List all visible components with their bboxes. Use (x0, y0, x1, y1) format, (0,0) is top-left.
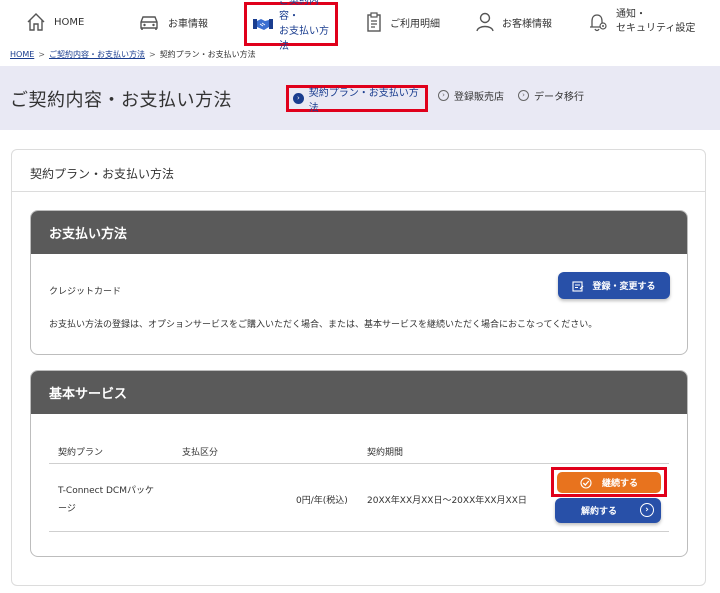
car-icon (140, 16, 158, 30)
payment-method-heading: お支払い方法 (31, 211, 687, 254)
arrow-right-icon: › (640, 503, 654, 517)
nav-customer-label: お客様情報 (502, 18, 552, 30)
chevron-right-icon: › (438, 90, 449, 101)
column-header-plan: 契約プラン (58, 448, 104, 458)
breadcrumb-current: 契約プラン・お支払い方法 (159, 50, 256, 59)
payment-method-panel: お支払い方法 クレジットカード 登録・変更する お支払い方法の登録は、オプション… (30, 210, 688, 355)
cancel-contract-button[interactable]: 解約する › (555, 498, 661, 523)
home-icon (27, 13, 45, 31)
breadcrumb-separator: > (38, 50, 45, 59)
continue-button[interactable]: 継続する (557, 472, 661, 493)
breadcrumb-home[interactable]: HOME (10, 50, 34, 59)
register-change-button[interactable]: 登録・変更する (558, 272, 670, 299)
divider (12, 191, 705, 192)
nav-home[interactable]: HOME (26, 0, 84, 44)
nav-notify-label: 通知・ セキュリティ設定 (616, 9, 696, 34)
person-icon (476, 12, 494, 32)
card-title: 契約プラン・お支払い方法 (30, 167, 175, 181)
column-header-payment-type: 支払区分 (182, 448, 219, 458)
cancel-label: 解約する (580, 507, 617, 517)
chevron-right-icon: › (518, 90, 529, 101)
breadcrumb-separator: > (148, 50, 156, 59)
subnav-dealer[interactable]: › 登録販売店 (438, 88, 504, 103)
table-header-divider (49, 463, 669, 464)
nav-notification-security[interactable]: 通知・ セキュリティ設定 (588, 0, 695, 44)
clipboard-icon (367, 12, 381, 32)
nav-customer-info[interactable]: お客様情報 (476, 0, 552, 44)
subnav-plan-label: 契約プラン・お支払い方法 (308, 87, 419, 114)
edit-card-icon (572, 280, 584, 292)
subnav-dealer-label: 登録販売店 (454, 92, 504, 103)
plan-payment-card: 契約プラン・お支払い方法 お支払い方法 クレジットカード 登録・変更する お支払… (11, 149, 706, 586)
plan-name-cell: T-Connect DCMパッケ ージ (58, 486, 154, 514)
nav-car-info[interactable]: お車情報 (138, 0, 208, 44)
subnav-plan-payment[interactable]: › 契約プラン・お支払い方法 (286, 85, 428, 114)
nav-usage-label: ご利用明細 (390, 18, 440, 30)
nav-home-label: HOME (54, 16, 85, 28)
period-cell: 20XX年XX月XX日～20XX年XX月XX日 (367, 496, 527, 506)
continue-highlight: 継続する (551, 467, 667, 497)
breadcrumb-contract[interactable]: ご契約内容・お支払い方法 (49, 49, 145, 60)
subnav-migrate-label: データ移行 (534, 92, 584, 103)
table-row-divider (49, 531, 669, 532)
nav-contract-label: ご契約内容・ お支払い方法 (279, 0, 329, 52)
bell-gear-icon (590, 14, 607, 32)
handshake-icon (253, 19, 273, 30)
nav-contract-payment[interactable]: ご契約内容・ お支払い方法 (244, 0, 338, 52)
check-circle-icon (580, 476, 592, 489)
price-cell: 0円/年(税込) (296, 496, 348, 506)
subnav-data-migration[interactable]: › データ移行 (518, 88, 584, 103)
nav-car-label: お車情報 (168, 18, 208, 30)
chevron-right-icon: › (293, 93, 304, 104)
basic-service-panel: 基本サービス 契約プラン 支払区分 契約期間 T-Connect DCMパッケ … (30, 370, 688, 557)
payment-note: お支払い方法の登録は、オプションサービスをご購入いただく場合、または、基本サービ… (49, 320, 598, 330)
top-navigation: HOME お車情報 ご契約内容・ お支払い方法 ご利用明細 お客様情報 通知・ … (0, 0, 720, 52)
nav-usage-details[interactable]: ご利用明細 (366, 0, 440, 44)
basic-service-heading: 基本サービス (31, 371, 687, 414)
payment-method-value: クレジットカード (49, 287, 122, 297)
continue-label: 継続する (601, 479, 638, 489)
register-change-label: 登録・変更する (592, 282, 656, 292)
column-header-period: 契約期間 (367, 448, 404, 458)
breadcrumb: HOME > ご契約内容・お支払い方法 > 契約プラン・お支払い方法 (10, 49, 256, 60)
page-title: ご契約内容・お支払い方法 (10, 90, 232, 111)
